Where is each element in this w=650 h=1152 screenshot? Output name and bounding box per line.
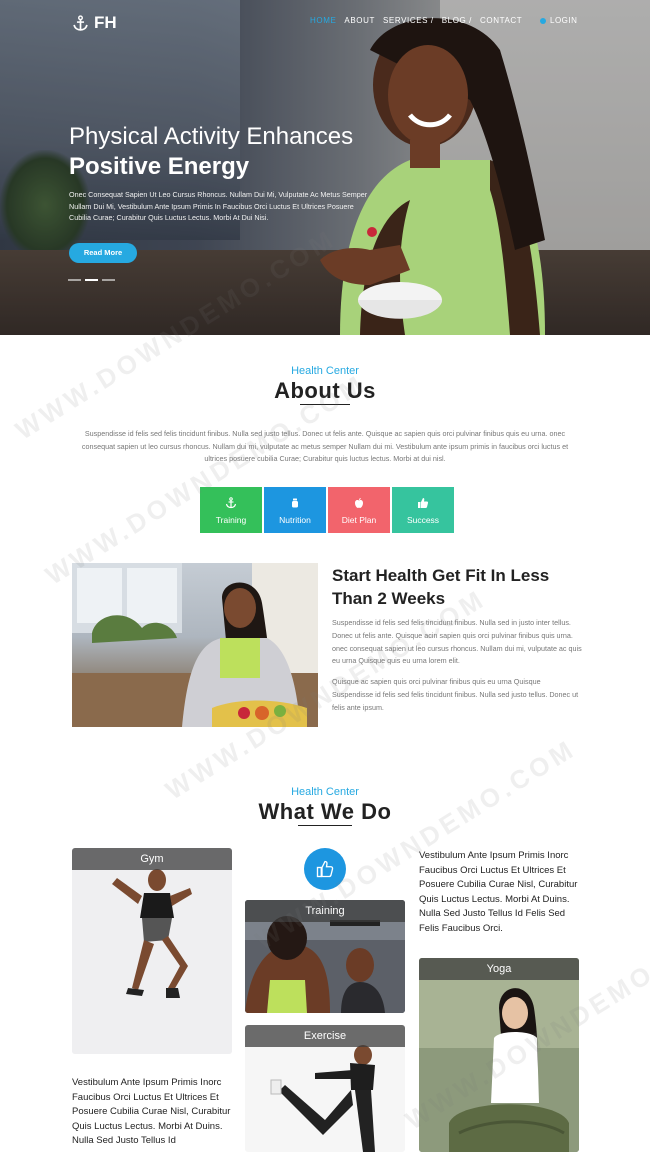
card-exercise-label: Exercise	[245, 1025, 405, 1047]
card-gym-label: Gym	[72, 848, 232, 870]
thumbs-up-circle[interactable]	[304, 848, 346, 890]
apple-logo-icon	[355, 498, 363, 508]
card-training-label: Training	[245, 900, 405, 922]
card-yoga-label: Yoga	[419, 958, 579, 980]
fit-paragraph-2: Quisque ac sapien quis orci pulvinar fin…	[332, 677, 579, 712]
wwd-text-left: Vestibulum Ante Ipsum Primis Inorc Fauci…	[72, 1077, 231, 1146]
feature-success-label: Success	[406, 515, 440, 525]
anchor-icon	[225, 497, 237, 509]
fit-section-title: Start Health Get Fit In Less Than 2 Week…	[332, 566, 550, 608]
hero-description: Onec Consequat Sapien Ut Leo Cursus Rhon…	[69, 190, 368, 222]
fitness-kitchen-photo	[72, 563, 318, 727]
slider-dot[interactable]	[68, 279, 81, 281]
slider-dot-active[interactable]	[85, 279, 98, 281]
card-yoga[interactable]: Yoga	[419, 958, 579, 1152]
read-more-button[interactable]: Read More	[69, 243, 137, 263]
thumbs-up-icon	[316, 860, 334, 878]
nav-item-blog[interactable]: BLOG /	[442, 16, 472, 25]
user-icon	[540, 17, 546, 24]
card-exercise[interactable]: Exercise	[245, 1025, 405, 1152]
feature-diet-plan[interactable]: Diet Plan	[328, 487, 390, 533]
apple-icon	[292, 498, 298, 508]
gym-woman-photo	[72, 848, 232, 1054]
slider-dots	[68, 279, 115, 281]
about-heading-underline	[300, 404, 350, 405]
about-paragraph: Suspendisse id felis sed felis tincidunt…	[81, 429, 569, 463]
navbar: FH HOME ABOUT SERVICES / BLOG / CONTACT …	[0, 0, 650, 44]
feature-tiles: Training Nutrition Diet Plan Success	[200, 487, 454, 533]
feature-training-label: Training	[215, 515, 247, 525]
card-training[interactable]: Training	[245, 900, 405, 1013]
nav-item-about[interactable]: ABOUT	[344, 16, 375, 25]
wwd-kicker: Health Center	[291, 786, 359, 798]
card-gym[interactable]: Gym	[72, 848, 232, 1054]
anchor-icon	[73, 14, 88, 31]
logo-text: FH	[94, 13, 117, 32]
about-kicker: Health Center	[291, 365, 359, 377]
hero-title-line1: Physical Activity Enhances	[69, 123, 354, 150]
nav-menu: HOME ABOUT SERVICES / BLOG / CONTACT	[310, 16, 530, 25]
feature-nutrition-label: Nutrition	[279, 515, 311, 525]
hero-text: Physical Activity Enhances Positive Ener…	[69, 123, 379, 224]
nav-item-home[interactable]: HOME	[310, 16, 336, 25]
feature-diet-plan-label: Diet Plan	[341, 515, 377, 525]
login-label: LOGIN	[550, 16, 578, 25]
about-heading: About Us	[274, 378, 376, 403]
fitness-kitchen-illustration	[72, 563, 318, 727]
slider-dot[interactable]	[102, 279, 115, 281]
wwd-heading-underline	[298, 825, 352, 826]
wwd-heading: What We Do	[258, 799, 392, 824]
hero-banner: FH HOME ABOUT SERVICES / BLOG / CONTACT …	[0, 0, 650, 335]
logo[interactable]: FH	[72, 12, 117, 34]
thumbs-up-icon	[418, 498, 429, 508]
hero-title-line2: Positive Energy	[69, 153, 250, 180]
feature-success[interactable]: Success	[392, 487, 454, 533]
login-link[interactable]: LOGIN	[540, 16, 577, 25]
nav-item-services[interactable]: SERVICES /	[383, 16, 434, 25]
feature-nutrition[interactable]: Nutrition	[264, 487, 326, 533]
yoga-woman-photo	[419, 958, 579, 1152]
wwd-text-right: Vestibulum Ante Ipsum Primis Inorc Fauci…	[419, 850, 578, 934]
feature-training[interactable]: Training	[200, 487, 262, 533]
nav-item-contact[interactable]: CONTACT	[480, 16, 522, 25]
fit-paragraph-1: Suspendisse id felis sed felis tincidunt…	[332, 618, 582, 666]
